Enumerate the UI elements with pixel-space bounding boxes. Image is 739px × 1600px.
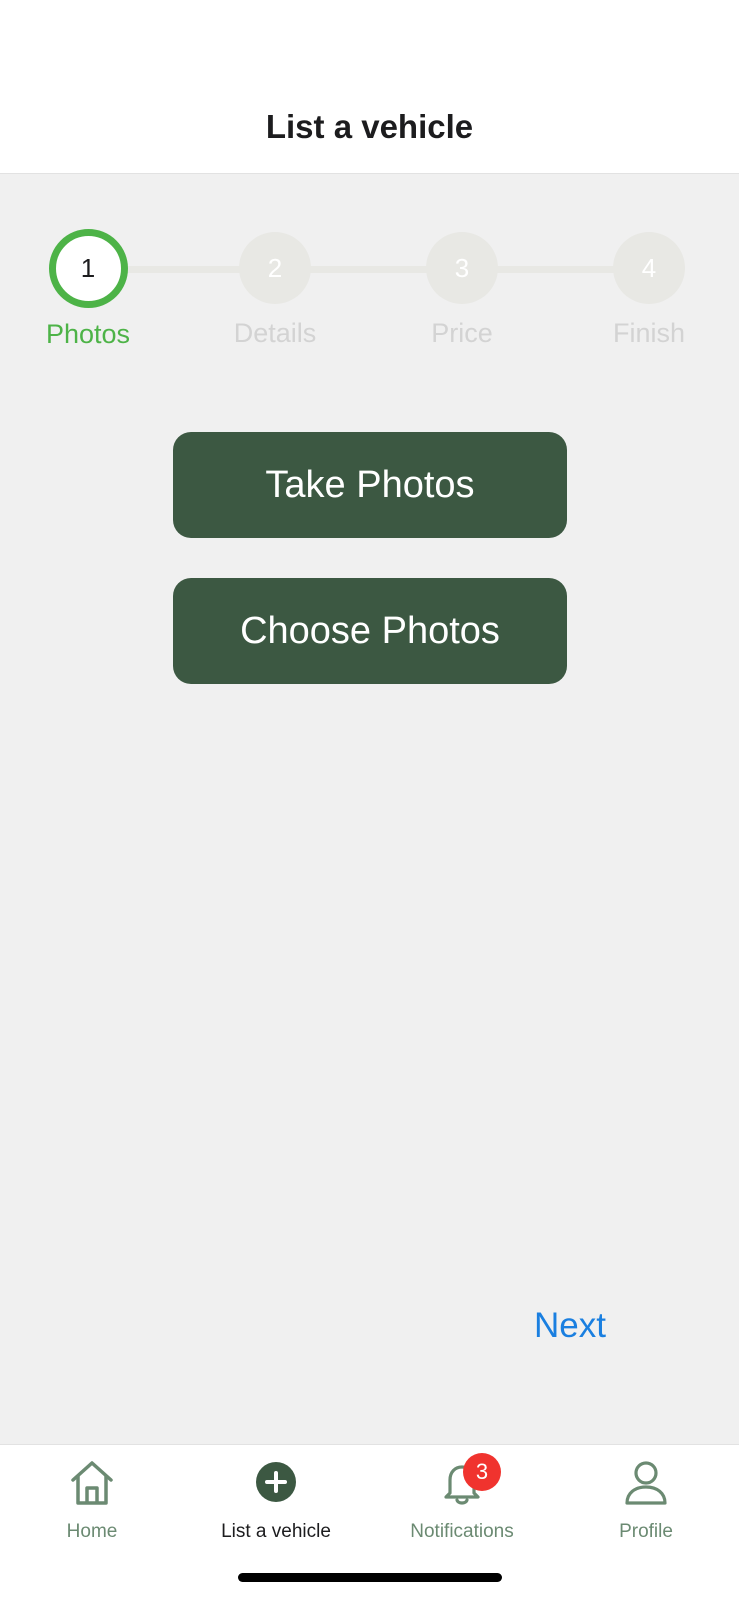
page-title: List a vehicle — [265, 108, 474, 145]
tab-home-label: Home — [66, 1521, 118, 1542]
progress-stepper: 1 Photos 2 Details 3 Price 4 Finish — [0, 174, 739, 374]
tab-list-vehicle-label: List a vehicle — [221, 1521, 331, 1542]
step-1-label: Photos — [45, 319, 131, 349]
navigation-header: List a vehicle — [0, 0, 739, 174]
tab-list-vehicle[interactable]: List a vehicle — [186, 1457, 366, 1543]
step-price: 3 Price — [382, 232, 542, 349]
tab-notifications-label: Notifications — [410, 1521, 514, 1542]
step-details: 2 Details — [195, 232, 355, 349]
tab-notifications[interactable]: 3 Notifications — [372, 1453, 552, 1543]
home-icon — [67, 1457, 117, 1507]
notification-badge: 3 — [463, 1453, 501, 1491]
person-icon — [621, 1457, 671, 1507]
step-4-label: Finish — [612, 318, 686, 348]
step-3-label: Price — [431, 318, 493, 348]
bell-icon: 3 — [437, 1453, 501, 1507]
tab-home[interactable]: Home — [2, 1457, 182, 1543]
stepper-track — [90, 266, 650, 273]
home-indicator — [238, 1573, 502, 1582]
step-finish: 4 Finish — [569, 232, 729, 349]
tab-profile-label: Profile — [619, 1521, 673, 1542]
step-photos: 1 Photos — [8, 229, 168, 350]
step-4-circle: 4 — [613, 232, 685, 304]
step-2-label: Details — [233, 318, 317, 348]
tab-profile[interactable]: Profile — [556, 1457, 736, 1543]
step-3-circle: 3 — [426, 232, 498, 304]
take-photos-button[interactable]: Take Photos — [173, 432, 567, 538]
step-2-circle: 2 — [239, 232, 311, 304]
step-1-circle: 1 — [48, 229, 128, 308]
choose-photos-button[interactable]: Choose Photos — [173, 578, 567, 684]
plus-circle-icon — [251, 1457, 301, 1507]
next-button[interactable]: Next — [520, 1306, 620, 1346]
